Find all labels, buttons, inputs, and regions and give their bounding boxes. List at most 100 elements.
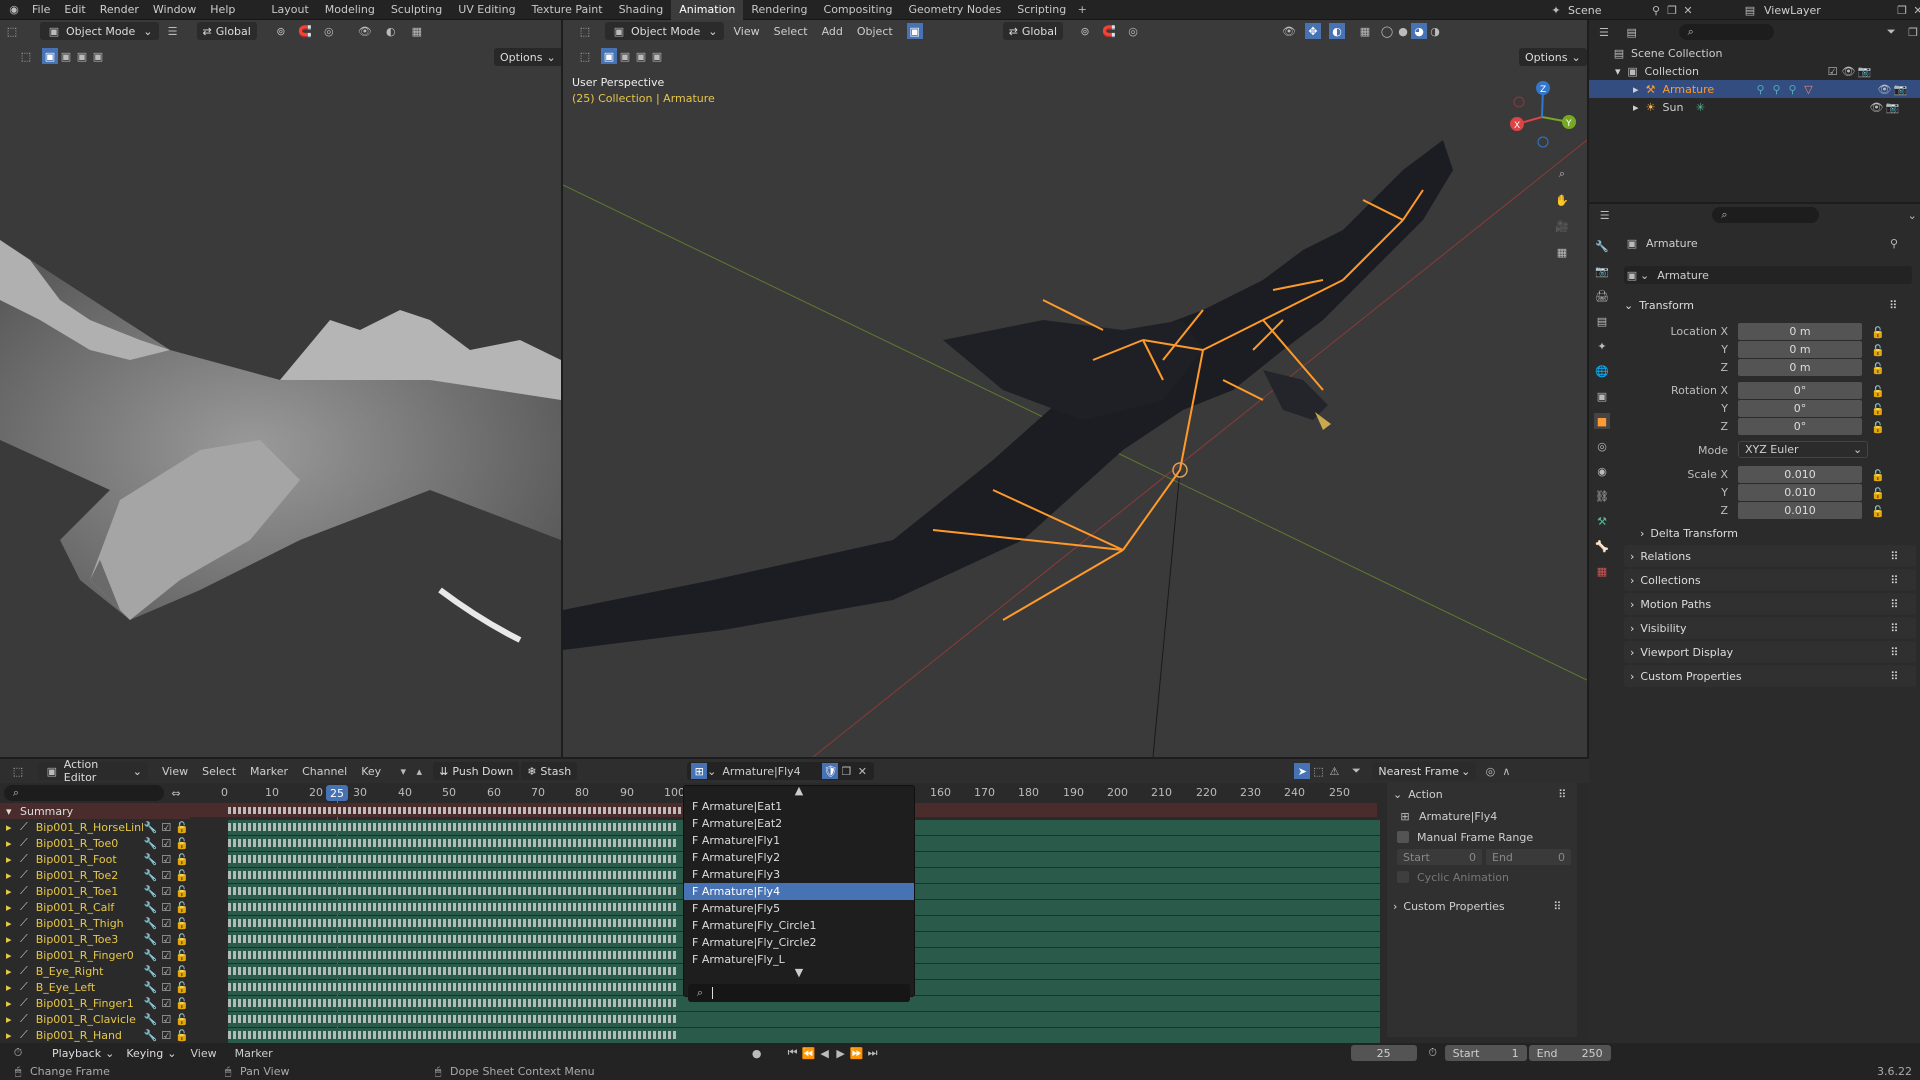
lock-icon[interactable]: 🔓 — [174, 963, 190, 979]
lock-icon[interactable]: 🔓 — [174, 883, 190, 899]
tab-geometry-nodes[interactable]: Geometry Nodes — [900, 0, 1009, 20]
select-extend-icon[interactable]: ▣ — [617, 48, 633, 64]
eye-icon[interactable]: 👁 — [1877, 81, 1893, 97]
collection-label[interactable]: Collection — [1645, 65, 1825, 78]
new-view-layer-icon[interactable]: ❐ — [1894, 2, 1910, 18]
visibility-icon[interactable]: 👁 — [1281, 23, 1297, 39]
playback-menu[interactable]: Playback ⌄ — [46, 1044, 120, 1062]
visibility-icon[interactable]: 👁 — [357, 23, 373, 39]
world-tab-icon[interactable]: 🌐 — [1594, 363, 1610, 379]
view-layer-tab-icon[interactable]: ▤ — [1594, 313, 1610, 329]
select-tool-icon[interactable]: ⬚ — [18, 48, 34, 64]
play-icon[interactable]: ▶ — [833, 1045, 849, 1061]
channel-row[interactable]: ▸ ⟋ B_Eye_Right 🔧 ☑ 🔓 — [0, 963, 190, 979]
keyframes[interactable] — [228, 823, 678, 831]
custom-properties-header[interactable]: › Custom Properties ⠿ — [1387, 895, 1577, 917]
lock-icon[interactable]: 🔓 — [174, 819, 190, 835]
scale-x-field[interactable]: 0.010 — [1738, 466, 1862, 483]
checkbox-icon[interactable]: ☑ — [158, 851, 174, 867]
channel-row[interactable]: ▸ ⟋ Bip001_R_Toe1 🔧 ☑ 🔓 — [0, 883, 190, 899]
shading-solid-icon[interactable]: ● — [1395, 23, 1411, 39]
scene-collection-label[interactable]: Scene Collection — [1631, 47, 1722, 60]
tab-rendering[interactable]: Rendering — [743, 0, 815, 20]
keyframes[interactable] — [228, 1031, 678, 1039]
prev-keyframe-icon[interactable]: ⏪ — [801, 1045, 817, 1061]
overlay-icon[interactable]: ◐ — [383, 23, 399, 39]
checkbox-icon[interactable]: ☑ — [158, 899, 174, 915]
expand-icon[interactable]: ▸ — [6, 965, 16, 978]
action-menu-select[interactable]: Select — [202, 765, 236, 778]
outliner-search-input[interactable]: ⌕ — [1678, 24, 1775, 40]
expand-icon[interactable]: ▸ — [6, 853, 16, 866]
left-orientation-select[interactable]: ⇄ Global — [196, 22, 257, 40]
checkbox-icon[interactable]: ☑ — [158, 883, 174, 899]
viewport-menu-select[interactable]: Select — [774, 25, 808, 38]
checkbox-icon[interactable]: ☑ — [158, 915, 174, 931]
outliner-row-sun[interactable]: ▸ ☀ Sun ✳ 👁 📷 — [1589, 98, 1920, 116]
keyframe-row[interactable] — [228, 1012, 1380, 1027]
constraint-tab-icon[interactable]: ⛓ — [1594, 488, 1610, 504]
keyframes[interactable] — [228, 903, 678, 911]
display-mode-icon[interactable]: ▤ — [1625, 24, 1639, 40]
keyframes[interactable] — [228, 919, 678, 927]
expand-icon[interactable]: ▸ — [6, 981, 16, 994]
modifier-icon[interactable]: 🔧 — [143, 851, 159, 867]
modifier-icon[interactable]: 🔧 — [143, 1027, 159, 1043]
menu-render[interactable]: Render — [100, 3, 139, 16]
modifier-icon[interactable]: 🔧 — [143, 979, 159, 995]
end-frame-field[interactable]: End 250 — [1528, 1045, 1611, 1061]
sidebar-action-name[interactable]: Armature|Fly4 — [1419, 810, 1497, 823]
keyframes[interactable] — [228, 935, 678, 943]
select-invert-icon[interactable]: ▣ — [649, 48, 665, 64]
drag-handle-icon[interactable]: ⠿ — [1890, 646, 1898, 659]
snap-icon[interactable]: 🧲 — [1101, 23, 1117, 39]
start-frame-field[interactable]: Start 1 — [1444, 1045, 1527, 1061]
modifier-icon[interactable]: 🔧 — [143, 867, 159, 883]
scroll-up-icon[interactable]: ▲ — [684, 785, 914, 798]
select-new-icon[interactable]: ▣ — [42, 48, 58, 64]
camera-icon[interactable]: 📷 — [1893, 81, 1909, 97]
expand-icon[interactable]: ▸ — [6, 917, 16, 930]
eye-icon[interactable]: 👁 — [1841, 63, 1857, 79]
menu-edit[interactable]: Edit — [64, 3, 85, 16]
dropdown-item[interactable]: F Armature|Fly_Circle2 — [684, 934, 914, 951]
channel-row[interactable]: ▸ ⟋ Bip001_R_Clavicle 🔧 ☑ 🔓 — [0, 1011, 190, 1027]
shading-rendered-icon[interactable]: ◑ — [1427, 23, 1443, 39]
lock-icon[interactable]: 🔓 — [174, 979, 190, 995]
checkbox-icon[interactable]: ☑ — [158, 947, 174, 963]
only-selected-icon[interactable]: ➤ — [1294, 763, 1311, 779]
falloff-icon[interactable]: ∧ — [1498, 763, 1514, 779]
delta-transform-header[interactable]: › Delta Transform — [1640, 522, 1910, 544]
checkbox-icon[interactable]: ☑ — [158, 931, 174, 947]
jump-end-icon[interactable]: ⏭ — [865, 1045, 881, 1061]
xray-icon[interactable]: ▦ — [409, 23, 425, 39]
timeline-marker-menu[interactable]: Marker — [235, 1047, 273, 1060]
keyframes[interactable] — [228, 967, 678, 975]
mode-select[interactable]: ▣ Object Mode ⌄ — [605, 22, 724, 40]
dropdown-item[interactable]: F Armature|Fly5 — [684, 900, 914, 917]
checkbox-icon[interactable]: ☑ — [158, 835, 174, 851]
pin-icon[interactable]: ⚲ — [1886, 235, 1902, 251]
up-arrow-icon[interactable]: ▾ — [395, 763, 411, 779]
unlink-action-icon[interactable]: ✕ — [854, 763, 870, 779]
tab-modeling[interactable]: Modeling — [317, 0, 383, 20]
dropdown-item[interactable]: F Armature|Fly_Circle1 — [684, 917, 914, 934]
expand-icon[interactable]: ▸ — [6, 869, 16, 882]
modifier-icon[interactable]: 🔧 — [143, 883, 159, 899]
expand-icon[interactable]: ▸ — [6, 1029, 16, 1042]
editor-type-dopesheet-icon[interactable]: ⬚ — [10, 763, 26, 779]
proportional-edit-icon[interactable]: ◎ — [1125, 23, 1141, 39]
action-panel-header[interactable]: ⌄ Action ⠿ — [1387, 783, 1577, 805]
lock-icon[interactable]: 🔓 — [174, 867, 190, 883]
texture-tab-icon[interactable]: ▦ — [1594, 563, 1610, 579]
viewport-menu-object[interactable]: Object — [857, 25, 893, 38]
action-menu-view[interactable]: View — [162, 765, 188, 778]
checkbox-icon[interactable]: ☑ — [158, 819, 174, 835]
viewport-menu-view[interactable]: View — [734, 25, 760, 38]
modifier-tab-icon[interactable]: ◎ — [1594, 438, 1610, 454]
expand-icon[interactable]: ▸ — [6, 933, 16, 946]
lock-icon[interactable]: 🔓 — [174, 835, 190, 851]
tab-uv-editing[interactable]: UV Editing — [450, 0, 523, 20]
keyframes[interactable] — [228, 1015, 678, 1023]
menu-file[interactable]: File — [32, 3, 50, 16]
